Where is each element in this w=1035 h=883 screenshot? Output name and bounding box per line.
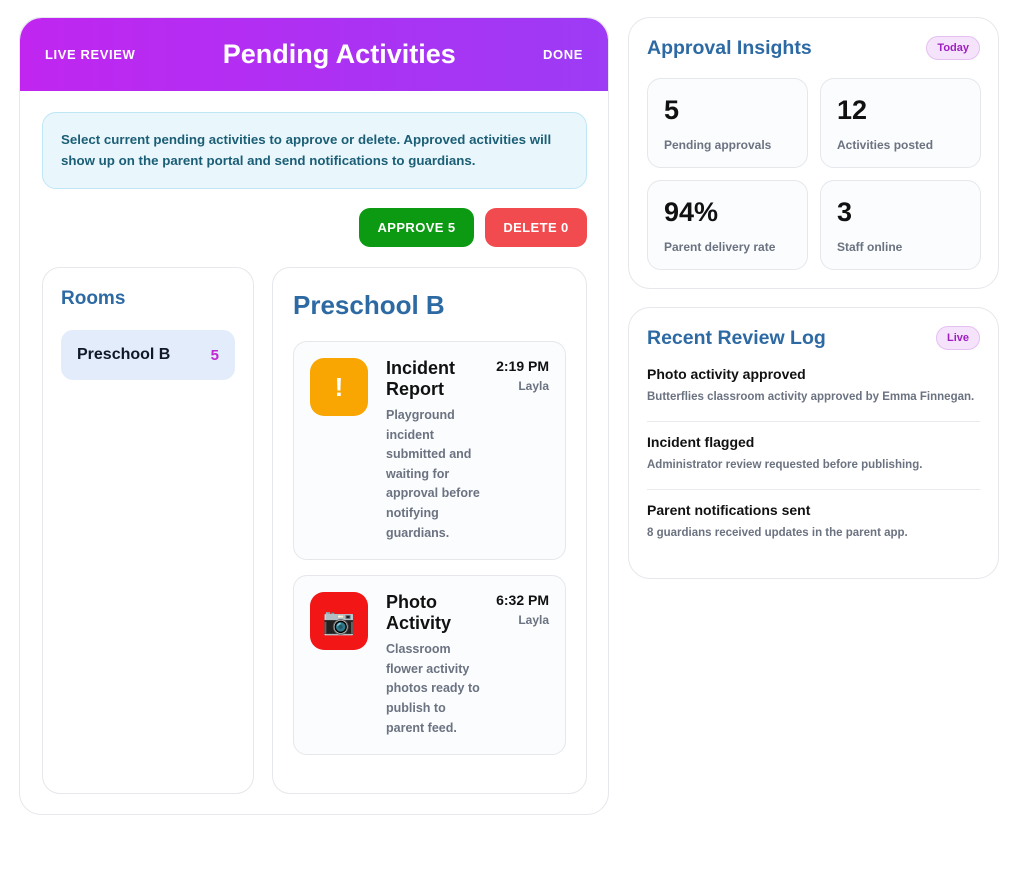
room-heading: Preschool B: [293, 290, 445, 320]
stat-activities-posted: 12 Activities posted: [820, 78, 981, 168]
stat-staff-online: 3 Staff online: [820, 180, 981, 270]
today-badge: Today: [926, 36, 980, 60]
info-banner: Select current pending activities to app…: [42, 112, 587, 189]
review-log-title: Recent Review Log: [647, 326, 826, 349]
log-item-title: Photo activity approved: [647, 366, 806, 382]
activity-time: 2:19 PM: [496, 358, 549, 374]
approve-button[interactable]: APPROVE 5: [359, 208, 474, 247]
camera-icon: 📷: [310, 592, 368, 651]
log-item-description: Administrator review requested before pu…: [647, 459, 923, 471]
delete-button[interactable]: DELETE 0: [485, 208, 587, 247]
room-pending-count: 5: [210, 346, 219, 364]
room-name: Preschool B: [77, 346, 171, 363]
live-review-link[interactable]: LIVE REVIEW: [45, 47, 135, 62]
log-item-description: 8 guardians received updates in the pare…: [647, 527, 908, 539]
log-item: Photo activity approved Butterflies clas…: [647, 354, 980, 422]
stat-pending-approvals: 5 Pending approvals: [647, 78, 808, 168]
activity-name: Incident Report: [386, 358, 456, 399]
log-item-title: Parent notifications sent: [647, 502, 811, 518]
recent-review-log-card: Recent Review Log Live Photo activity ap…: [628, 307, 999, 579]
stat-value: 3: [837, 197, 853, 227]
activity-description: Classroom flower activity photos ready t…: [386, 642, 480, 735]
exclamation-icon: !: [310, 358, 368, 416]
panel-header: LIVE REVIEW Pending Activities DONE: [20, 18, 608, 91]
activity-time: 6:32 PM: [496, 592, 549, 609]
stat-label: Activities posted: [837, 138, 934, 152]
stat-value: 94%: [664, 197, 719, 227]
rooms-title: Rooms: [61, 288, 126, 309]
stat-label: Pending approvals: [664, 138, 772, 152]
stat-label: Parent delivery rate: [664, 240, 776, 254]
log-item: Parent notifications sent 8 guardians re…: [647, 490, 980, 557]
activity-card-photo-activity[interactable]: 📷 Photo Activity 6:32 PM Layla Classroom…: [293, 575, 566, 756]
stat-parent-delivery-rate: 94% Parent delivery rate: [647, 180, 808, 270]
stat-value: 5: [664, 95, 680, 125]
done-button[interactable]: DONE: [543, 47, 583, 62]
room-item-preschool-b[interactable]: Preschool B 5: [61, 330, 235, 380]
stat-value: 12: [837, 95, 868, 125]
page-title: Pending Activities: [222, 39, 456, 69]
insights-title: Approval Insights: [647, 36, 812, 59]
pending-activities-panel: LIVE REVIEW Pending Activities DONE Sele…: [19, 17, 609, 815]
activity-author: Layla: [518, 613, 549, 628]
stats-grid: 5 Pending approvals 12 Activities posted…: [647, 78, 981, 270]
activities-card: Preschool B ! Incident Report 2:19 PM La…: [272, 267, 587, 794]
activity-description: Playground incident submitted and waitin…: [386, 408, 480, 540]
log-item-description: Butterflies classroom activity approved …: [647, 391, 975, 403]
rooms-card: Rooms Preschool B 5: [42, 267, 254, 794]
activity-card-incident-report[interactable]: ! Incident Report 2:19 PM Layla Playgrou…: [293, 341, 566, 561]
stat-label: Staff online: [837, 240, 903, 254]
activity-author: Layla: [518, 379, 549, 393]
log-item-title: Incident flagged: [647, 434, 755, 450]
approval-insights-card: Approval Insights Today 5 Pending approv…: [628, 17, 999, 289]
activity-name: Photo Activity: [386, 592, 452, 634]
log-item: Incident flagged Administrator review re…: [647, 422, 980, 490]
live-badge: Live: [935, 326, 980, 350]
